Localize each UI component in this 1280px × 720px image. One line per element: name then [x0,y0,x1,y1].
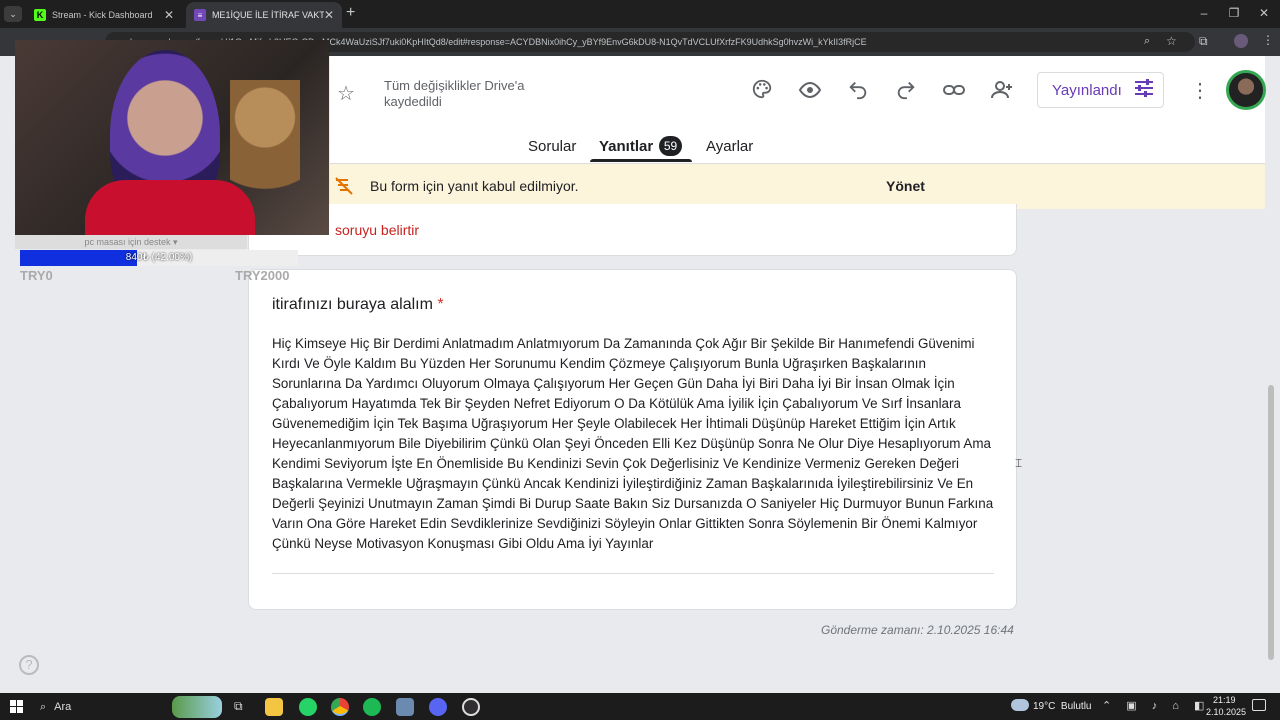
response-count-badge: 59 [659,136,682,156]
minimize-button[interactable]: – [1194,6,1214,20]
mouse-cursor-icon: ⌶ [1015,456,1023,470]
question-title-text: itirafınızı buraya alalım [272,296,433,313]
close-tab-icon[interactable]: ✕ [324,8,334,22]
banner-text: Bu form için yanıt kabul edilmiyor. [370,178,579,194]
chrome-icon[interactable] [331,698,349,716]
file-explorer-icon[interactable] [265,698,283,716]
search-label: Ara [54,701,72,713]
task-view-icon[interactable]: ⧉ [234,699,243,714]
settings-sliders-icon [1134,79,1154,101]
extensions-icon[interactable]: ⧉ [1199,34,1208,49]
submission-timestamp: Gönderme zamanı: 2.10.2025 16:44 [821,623,1014,637]
app-icon[interactable] [396,698,414,716]
more-options-icon[interactable]: ⋮ [1190,78,1210,103]
close-tab-icon[interactable]: ✕ [164,8,174,22]
clock-time[interactable]: 21:19 [1213,695,1236,705]
link-icon[interactable] [942,78,966,102]
clock-date[interactable]: 2.10.2025 [1206,707,1246,717]
avatar[interactable] [1226,70,1266,110]
active-tab-indicator [590,159,692,162]
forms-icon: ≡ [194,9,206,21]
whatsapp-icon[interactable] [299,698,317,716]
tab-responses[interactable]: Yanıtlar [599,138,653,155]
restore-button[interactable]: ❐ [1224,6,1244,20]
donation-goal-title: pc masası için destek ▾ [15,235,247,249]
browser-tab-forms[interactable]: ≡ ME1İQUE İLE İTİRAF VAKTİ - Go ✕ [186,2,342,28]
star-icon[interactable]: ☆ [334,82,358,106]
publish-button[interactable]: Yayınlandı [1037,72,1164,108]
question-title: itirafınızı buraya alalım * [272,296,444,314]
kick-icon: K [34,9,46,21]
scrollbar[interactable] [1268,385,1274,660]
spotify-icon[interactable] [363,698,381,716]
save-status: Tüm değişiklikler Drive'a kaydedildi [384,78,525,109]
palette-icon[interactable] [750,78,774,102]
profile-icon[interactable] [1234,34,1248,48]
undo-icon[interactable] [846,78,870,102]
donation-progress-text: 840₺ (42.00%) [125,252,193,263]
add-collaborator-icon[interactable] [990,78,1014,102]
donation-min-label: TRY0 [20,268,53,283]
zoom-icon[interactable]: ⌕ [1144,35,1150,48]
tab-questions[interactable]: Sorular [528,138,576,155]
notifications-icon[interactable] [1252,699,1266,711]
help-icon[interactable]: ? [19,655,39,675]
manage-button[interactable]: Yönet [886,178,925,194]
close-window-button[interactable]: ✕ [1254,6,1274,20]
preview-eye-icon[interactable] [798,78,822,102]
search-highlight-image [172,696,222,718]
weather-text[interactable]: 19°C Bulutlu [1033,701,1091,712]
response-answer-text: Hiç Kimseye Hiç Bir Derdimi Anlatmadım A… [272,336,994,551]
plush-toy [230,80,300,230]
tab-label: ME1İQUE İLE İTİRAF VAKTİ - Go [211,10,324,20]
tab-search-button[interactable]: ⌄ [4,6,22,22]
publish-label: Yayınlandı [1052,81,1122,99]
donation-max-label: TRY2000 [235,268,290,283]
browser-tab-kick[interactable]: K Stream - Kick Dashboard ✕ [26,2,182,28]
bookmark-star-icon[interactable]: ☆ [1166,34,1177,48]
answer-underline [272,573,994,574]
required-mark: * [437,296,444,313]
responses-off-icon [334,176,354,201]
discord-icon[interactable] [429,698,447,716]
webcam-overlay [15,40,329,235]
weather-icon [1011,699,1029,711]
specify-question-link[interactable]: soruyu belirtir [335,222,419,238]
tab-settings[interactable]: Ayarlar [706,138,753,155]
windows-start-icon[interactable] [10,700,23,718]
redo-icon[interactable] [894,78,918,102]
search-icon: ⌕ [40,701,47,713]
tab-label: Stream - Kick Dashboard [52,10,153,20]
browser-menu-icon[interactable]: ⋮ [1262,33,1274,47]
new-tab-button[interactable]: + [346,4,355,22]
obs-icon[interactable] [462,698,480,716]
tray-icons[interactable]: ⌃ ▣ ♪ ⌂ ◧ [1102,699,1210,712]
